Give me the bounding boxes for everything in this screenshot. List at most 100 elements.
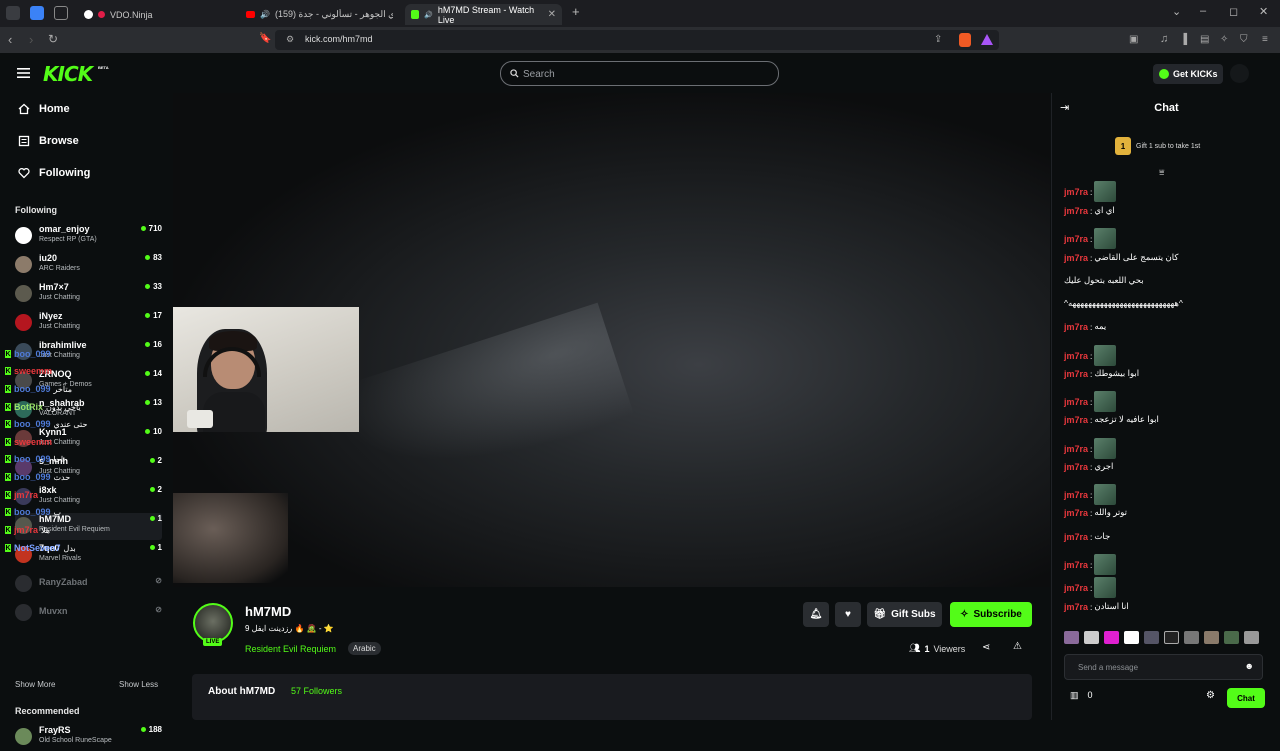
chat-username[interactable]: jm7ra — [1064, 351, 1088, 361]
reader-icon[interactable]: ▐ — [1180, 34, 1187, 45]
chat-username[interactable]: jm7ra — [1064, 602, 1088, 612]
site-info-icon[interactable]: ⚙ — [286, 34, 294, 45]
stream-tag[interactable]: Arabic — [348, 642, 381, 655]
tab-list-icon[interactable] — [6, 6, 20, 20]
chat-username[interactable]: jm7ra — [1064, 234, 1088, 244]
chat-username[interactable]: jm7ra — [1064, 322, 1088, 332]
gift-leaderboard[interactable]: 1 Gift 1 sub to take 1st — [1115, 137, 1200, 155]
channel-category: Games + Demos — [39, 381, 92, 388]
channel-s-mnh[interactable]: s_mnh Just Chatting 2 — [15, 455, 162, 482]
share-icon[interactable]: ⋖ — [982, 642, 990, 653]
channel-frayrs[interactable]: FrayRS Old School RuneScape 188 — [15, 724, 162, 751]
channel-ranyzabad[interactable]: RanyZabad ⊘ — [15, 571, 162, 598]
minimize-icon[interactable]: – — [1200, 5, 1206, 17]
streamer-name[interactable]: hM7MD — [245, 604, 291, 619]
chat-username[interactable]: jm7ra — [1064, 187, 1088, 197]
maximize-icon[interactable]: ◻ — [1229, 5, 1238, 18]
sidebar-item-browse[interactable]: Browse — [18, 135, 79, 147]
channel-omar-enjoy[interactable]: omar_enjoy Respect RP (GTA) 710 — [15, 223, 162, 250]
emote-icon[interactable] — [1184, 631, 1199, 644]
url-field[interactable] — [275, 30, 999, 50]
close-tab-icon[interactable]: ✕ — [548, 9, 556, 20]
chat-username[interactable]: jm7ra — [1064, 415, 1088, 425]
stream-category[interactable]: Resident Evil Requiem — [245, 644, 336, 654]
emote-icon[interactable] — [1124, 631, 1139, 644]
search-input[interactable]: Search — [500, 61, 779, 86]
channel-muvxn[interactable]: Muvxn ⊘ — [15, 600, 162, 627]
chat-username[interactable]: jm7ra — [1064, 583, 1088, 593]
get-kicks-button[interactable]: Get KICKs — [1153, 64, 1223, 84]
emote-icon[interactable] — [1204, 631, 1219, 644]
tab-kick-stream[interactable]: 🔊 hM7MD Stream - Watch Live ✕ — [405, 4, 562, 25]
kicks-points[interactable]: ▥ 0 — [1070, 690, 1093, 701]
channel-zrnoq[interactable]: ZRNOQ Games + Demos 14 — [15, 368, 162, 395]
channel-7qe0[interactable]: 7qe0 Marvel Rivals 1 — [15, 542, 162, 569]
follow-button[interactable]: ♥ — [835, 602, 861, 627]
chat-username[interactable]: jm7ra — [1064, 560, 1088, 570]
kick-logo[interactable]: KICK — [43, 62, 93, 86]
chat-username[interactable]: jm7ra — [1064, 206, 1088, 216]
reload-icon[interactable]: ↻ — [48, 32, 58, 46]
back-icon[interactable]: ‹ — [8, 32, 12, 47]
window-close-icon[interactable]: ✕ — [1259, 5, 1268, 18]
sidebar-item-following[interactable]: Following — [18, 167, 90, 179]
new-tab-icon[interactable]: + — [572, 4, 580, 19]
leo-ai-icon[interactable]: ✧ — [1220, 34, 1228, 45]
hamburger-menu-icon[interactable] — [17, 68, 30, 78]
channel-hm7md[interactable]: hM7MD Resident Evil Requiem 1 — [15, 513, 162, 540]
user-avatar[interactable] — [1230, 64, 1249, 83]
emote-icon[interactable] — [1144, 631, 1159, 644]
brave-shield-icon[interactable] — [959, 33, 971, 47]
chat-username[interactable]: jm7ra — [1064, 369, 1088, 379]
emote-icon[interactable] — [1224, 631, 1239, 644]
menu-icon[interactable]: ≡ — [1262, 34, 1268, 45]
chat-username[interactable]: jm7ra — [1064, 444, 1088, 454]
channel-iu20[interactable]: iu20 ARC Raiders 83 — [15, 252, 162, 279]
channel-hm7x7[interactable]: Hm7×7 Just Chatting 33 — [15, 281, 162, 308]
send-chat-button[interactable]: Chat — [1227, 688, 1265, 708]
tab-vdo-ninja[interactable]: VDO.Ninja — [78, 4, 228, 25]
gift-subs-button[interactable]: 🎁︎ Gift Subs — [867, 602, 942, 627]
pinned-tab-icon[interactable] — [30, 6, 44, 20]
wallet-icon[interactable]: ▤ — [1200, 34, 1209, 45]
video-player[interactable] — [173, 93, 1050, 587]
filter-icon[interactable]: ⩸ — [1159, 167, 1164, 178]
channel-ibrahimlive[interactable]: ibrahimlive Just Chatting 16 — [15, 339, 162, 366]
subscribe-button[interactable]: ✧ Subscribe — [950, 602, 1032, 627]
forward-icon[interactable]: › — [29, 32, 33, 47]
show-less-button[interactable]: Show Less — [119, 680, 158, 689]
report-icon[interactable]: ⚠ — [1013, 641, 1022, 652]
rewards-icon[interactable] — [981, 34, 993, 45]
channel-n-shahrab[interactable]: n_shahrab VALORANT 13 — [15, 397, 162, 424]
tab-youtube[interactable]: 🔊 (159) عبادي الجوهر - تسألوني - جدة — [240, 4, 400, 25]
emote-icon[interactable] — [1104, 631, 1119, 644]
channel-inyez[interactable]: iNyez Just Chatting 17 — [15, 310, 162, 337]
sidebar-item-home[interactable]: Home — [18, 103, 70, 115]
share-icon[interactable]: ⇪ — [934, 34, 942, 45]
bookmark-icon[interactable]: 🔖 — [259, 33, 271, 44]
avatar — [15, 459, 32, 476]
sidebar-toggle-icon[interactable]: ▣ — [1129, 34, 1138, 45]
chat-username[interactable]: jm7ra — [1064, 462, 1088, 472]
emoji-icon[interactable]: ☻ — [1245, 661, 1254, 671]
vpn-shield-icon[interactable]: ⛉ — [1240, 34, 1248, 45]
notification-bell-button[interactable]: 🔔︎ — [803, 602, 829, 627]
chat-username[interactable]: jm7ra — [1064, 253, 1088, 263]
show-more-button[interactable]: Show More — [15, 680, 55, 689]
emote-icon[interactable] — [1064, 631, 1079, 644]
chat-username[interactable]: jm7ra — [1064, 508, 1088, 518]
pinned-tab-icon[interactable] — [54, 6, 68, 20]
chat-username[interactable]: jm7ra — [1064, 490, 1088, 500]
streamer-avatar[interactable] — [193, 603, 233, 643]
channel-i8xk[interactable]: i8xk Just Chatting 2 — [15, 484, 162, 511]
media-icon[interactable]: ♫ — [1160, 33, 1168, 45]
emote-icon[interactable] — [1244, 631, 1259, 644]
chat-username[interactable]: jm7ra — [1064, 397, 1088, 407]
channel-kynn1[interactable]: Kynn1 Just Chatting 10 — [15, 426, 162, 453]
chevron-down-icon[interactable]: ⌄ — [1172, 5, 1181, 18]
emote-icon[interactable] — [1164, 631, 1179, 644]
emote-icon[interactable] — [1084, 631, 1099, 644]
chat-input[interactable]: Send a message ☻ — [1064, 654, 1263, 680]
settings-gear-icon[interactable]: ⚙ — [1206, 690, 1215, 701]
chat-username[interactable]: jm7ra — [1064, 532, 1088, 542]
